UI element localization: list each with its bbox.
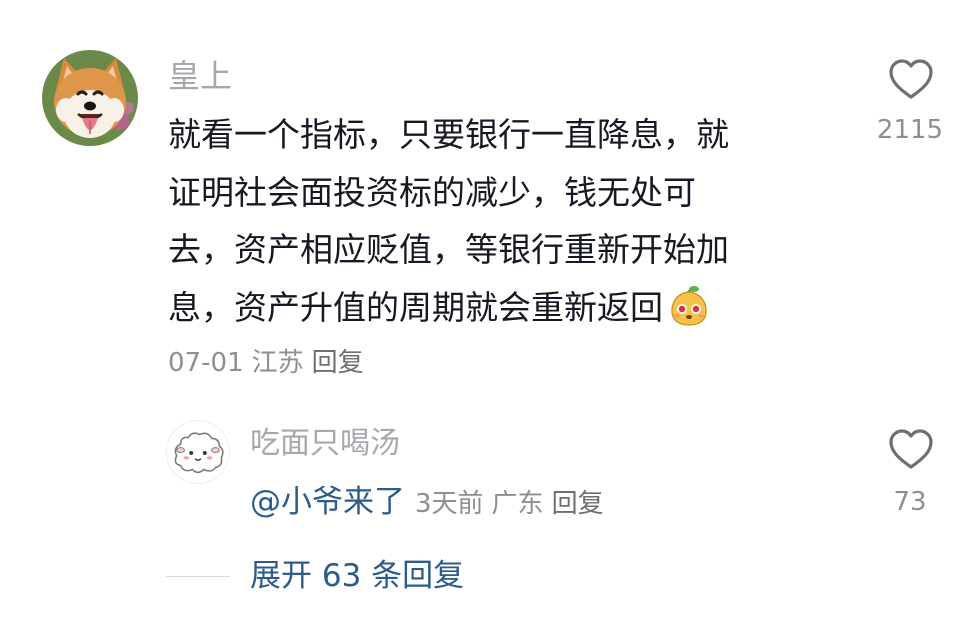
reply-location: 广东 xyxy=(491,489,544,519)
heart-outline-icon xyxy=(889,59,933,99)
reply-button[interactable]: 回复 xyxy=(552,489,604,519)
sheep-avatar-icon xyxy=(167,421,229,483)
comment-text: 就看一个指标，只要银行一直降息，就 证明社会面投资标的减少，钱无处可 去，资产相… xyxy=(168,106,808,336)
mention-link[interactable]: @小爷来了 xyxy=(250,484,405,520)
reply-username[interactable]: 吃面只喝汤 xyxy=(250,424,400,464)
shiba-dog-avatar-icon xyxy=(42,50,138,146)
reply-time: 3天前 xyxy=(415,489,484,519)
comment-username[interactable]: 皇上 xyxy=(168,56,232,96)
avatar[interactable] xyxy=(42,50,138,146)
reply-like-button[interactable] xyxy=(888,428,934,470)
comment-text-line: 去，资产相应贬值，等银行重新开始加 xyxy=(168,230,729,269)
pear-face-emoji-icon xyxy=(667,283,711,327)
comment-text-line-content: 息，资产升值的周期就会重新返回 xyxy=(168,287,663,327)
comment-text-line: 息，资产升值的周期就会重新返回 xyxy=(168,279,808,337)
comment-text-line: 就看一个指标，只要银行一直降息，就 xyxy=(168,115,729,154)
comment-meta: 07-01 江苏 回复 xyxy=(168,345,372,381)
divider xyxy=(166,576,230,577)
like-button[interactable] xyxy=(888,58,934,100)
comment-location: 江苏 xyxy=(251,348,304,378)
reply-like-count: 73 xyxy=(893,487,927,517)
heart-outline-icon xyxy=(889,429,933,469)
expand-replies-button[interactable]: 展开 63 条回复 xyxy=(250,554,464,598)
like-count: 2115 xyxy=(876,115,944,145)
reply-meta: 3天前 广东 回复 xyxy=(415,489,612,519)
reply-button[interactable]: 回复 xyxy=(312,348,364,378)
reply-content: @小爷来了 3天前 广东 回复 xyxy=(250,480,612,526)
reply-avatar[interactable] xyxy=(166,420,230,484)
comment-text-line: 证明社会面投资标的减少，钱无处可 xyxy=(168,172,696,212)
comment-date: 07-01 xyxy=(168,348,244,378)
